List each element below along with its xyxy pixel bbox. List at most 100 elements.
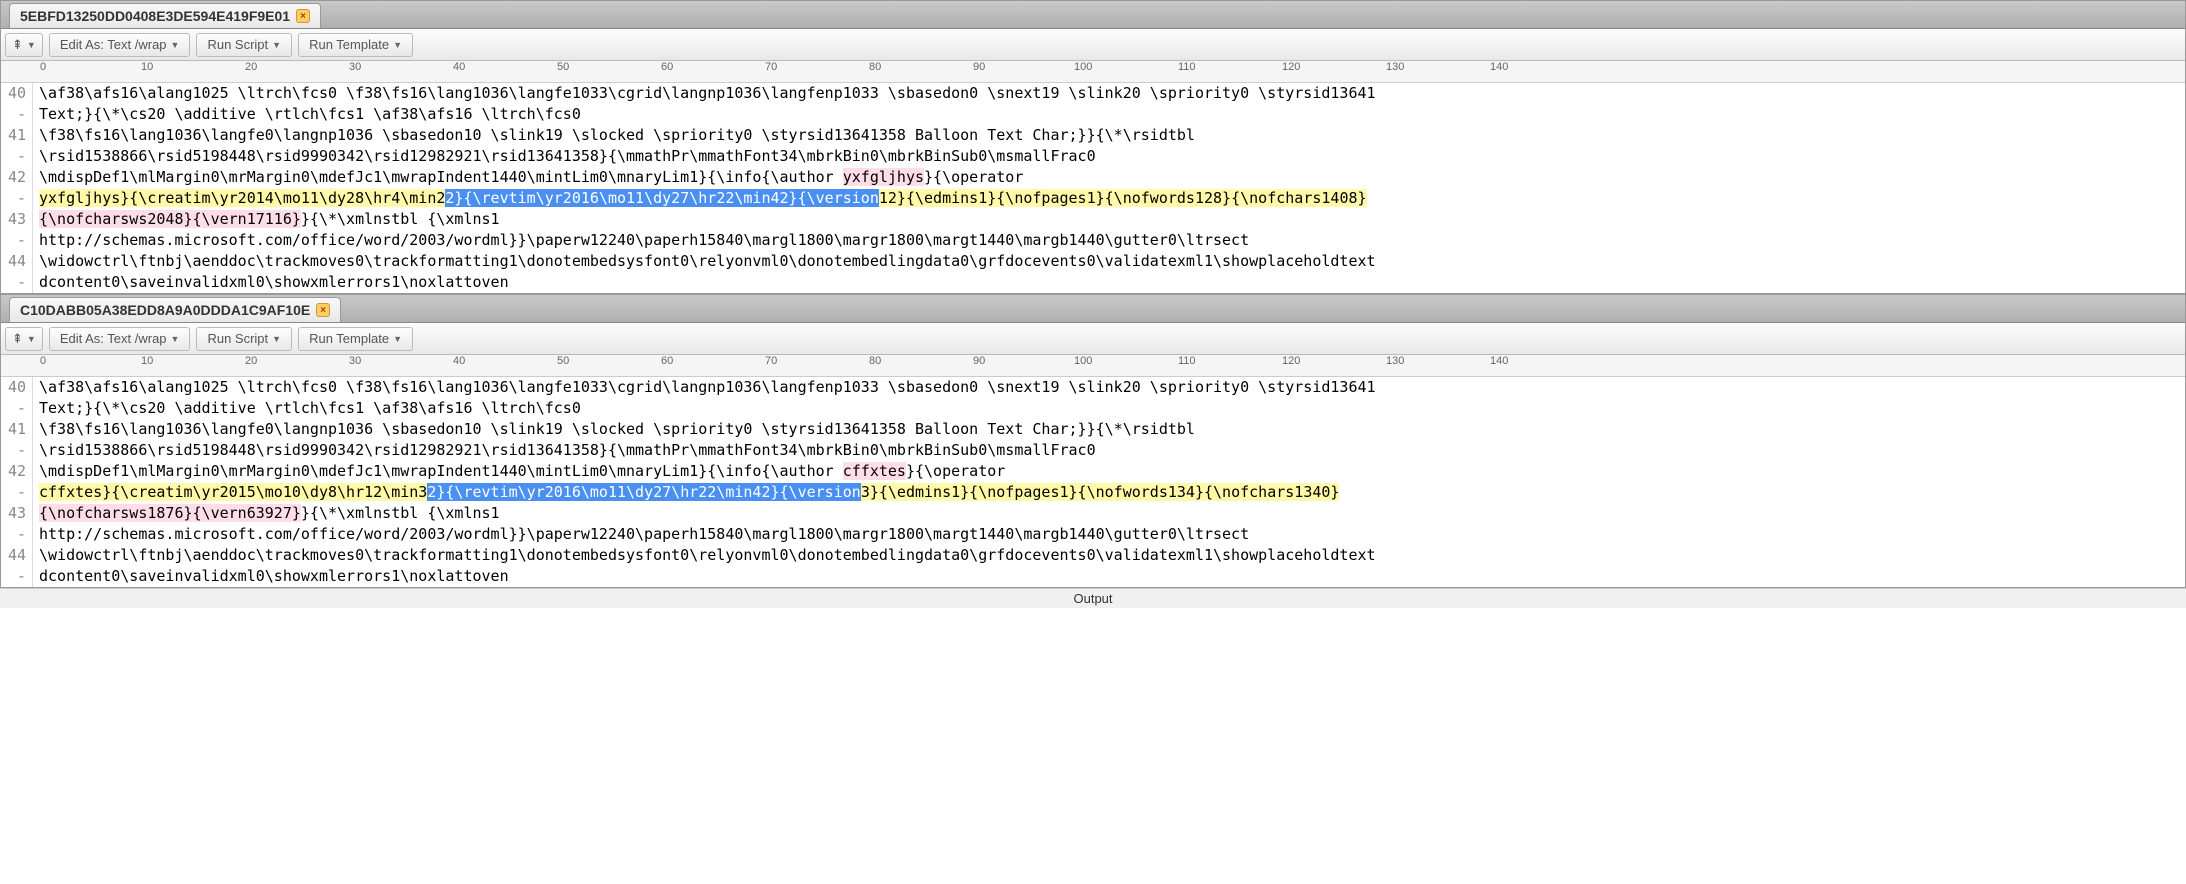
- chevron-down-icon: ▼: [27, 334, 36, 344]
- edit-as-button[interactable]: Edit As: Text /wrap▼: [49, 33, 191, 57]
- text-row: \rsid1538866\rsid5198448\rsid9990342\rsi…: [39, 440, 2185, 461]
- text-row: \f38\fs16\lang1036\langfe0\langnp1036 \s…: [39, 419, 2185, 440]
- line-number: -: [5, 482, 26, 503]
- ruler-tick: 110: [1178, 61, 1196, 73]
- close-icon[interactable]: ×: [296, 9, 310, 23]
- ruler-tick: 0: [40, 61, 46, 73]
- edit-as-button[interactable]: Edit As: Text /wrap▼: [49, 327, 191, 351]
- ruler-tick: 100: [1074, 355, 1092, 367]
- line-number: 40: [5, 83, 26, 104]
- text-row: \widowctrl\ftnbj\aenddoc\trackmoves0\tra…: [39, 251, 2185, 272]
- editor-content[interactable]: 40-41-42-43-44- \af38\afs16\alang1025 \l…: [1, 377, 2185, 587]
- ruler-tick: 10: [141, 61, 153, 73]
- text-row: \widowctrl\ftnbj\aenddoc\trackmoves0\tra…: [39, 545, 2185, 566]
- line-gutter: 40-41-42-43-44-: [1, 377, 33, 587]
- text-row: \af38\afs16\alang1025 \ltrch\fcs0 \f38\f…: [39, 83, 2185, 104]
- ruler-tick: 50: [557, 355, 569, 367]
- ruler-tick: 140: [1490, 61, 1508, 73]
- output-label: Output: [0, 588, 2186, 608]
- text-row: dcontent0\saveinvalidxml0\showxmlerrors1…: [39, 566, 2185, 587]
- toolbar: ⇞▼ Edit As: Text /wrap▼ Run Script▼ Run …: [1, 29, 2185, 61]
- line-number: 42: [5, 461, 26, 482]
- ruler-tick: 40: [453, 355, 465, 367]
- ruler-tick: 70: [765, 355, 777, 367]
- ruler-tick: 90: [973, 355, 985, 367]
- text-row: Text;}{\*\cs20 \additive \rtlch\fcs1 \af…: [39, 104, 2185, 125]
- line-number: -: [5, 146, 26, 167]
- ruler-tick: 30: [349, 355, 361, 367]
- run-script-button[interactable]: Run Script▼: [196, 327, 292, 351]
- line-number: 41: [5, 125, 26, 146]
- ruler-tick: 70: [765, 61, 777, 73]
- line-number: -: [5, 566, 26, 587]
- chevron-down-icon: ▼: [393, 40, 402, 50]
- ruler-tick: 10: [141, 355, 153, 367]
- text-row: yxfgljhys}{\creatim\yr2014\mo11\dy28\hr4…: [39, 188, 2185, 209]
- line-gutter: 40-41-42-43-44-: [1, 83, 33, 293]
- line-number: 43: [5, 209, 26, 230]
- chevron-down-icon: ▼: [272, 40, 281, 50]
- text-row: \f38\fs16\lang1036\langfe0\langnp1036 \s…: [39, 125, 2185, 146]
- ruler-tick: 60: [661, 61, 673, 73]
- ruler-tick: 40: [453, 61, 465, 73]
- ruler-tick: 50: [557, 61, 569, 73]
- text-row: \af38\afs16\alang1025 \ltrch\fcs0 \f38\f…: [39, 377, 2185, 398]
- ruler-tick: 120: [1282, 61, 1300, 73]
- text-row: \rsid1538866\rsid5198448\rsid9990342\rsi…: [39, 146, 2185, 167]
- line-number: 42: [5, 167, 26, 188]
- chevron-down-icon: ▼: [27, 40, 36, 50]
- ruler-tick: 100: [1074, 61, 1092, 73]
- text-row: http://schemas.microsoft.com/office/word…: [39, 230, 2185, 251]
- line-number: 41: [5, 419, 26, 440]
- tab-bar: C10DABB05A38EDD8A9A0DDDA1C9AF10E ×: [1, 295, 2185, 323]
- toolbar: ⇞▼ Edit As: Text /wrap▼ Run Script▼ Run …: [1, 323, 2185, 355]
- line-number: 44: [5, 251, 26, 272]
- text-row: \mdispDef1\mlMargin0\mrMargin0\mdefJc1\m…: [39, 461, 2185, 482]
- text-row: http://schemas.microsoft.com/office/word…: [39, 524, 2185, 545]
- ruler-tick: 20: [245, 61, 257, 73]
- expand-button[interactable]: ⇞▼: [5, 327, 43, 351]
- line-number: 43: [5, 503, 26, 524]
- run-template-button[interactable]: Run Template▼: [298, 33, 413, 57]
- chevron-down-icon: ▼: [171, 334, 180, 344]
- editor-content[interactable]: 40-41-42-43-44- \af38\afs16\alang1025 \l…: [1, 83, 2185, 293]
- ruler-tick: 130: [1386, 355, 1404, 367]
- editor-pane-1: 5EBFD13250DD0408E3DE594E419F9E01 × ⇞▼ Ed…: [0, 0, 2186, 294]
- text-area[interactable]: \af38\afs16\alang1025 \ltrch\fcs0 \f38\f…: [33, 377, 2185, 587]
- text-row: cffxtes}{\creatim\yr2015\mo10\dy8\hr12\m…: [39, 482, 2185, 503]
- line-number: -: [5, 440, 26, 461]
- line-number: -: [5, 104, 26, 125]
- chevron-down-icon: ▼: [272, 334, 281, 344]
- ruler-tick: 130: [1386, 61, 1404, 73]
- line-number: -: [5, 230, 26, 251]
- text-area[interactable]: \af38\afs16\alang1025 \ltrch\fcs0 \f38\f…: [33, 83, 2185, 293]
- tab-title: 5EBFD13250DD0408E3DE594E419F9E01: [20, 8, 290, 24]
- expand-button[interactable]: ⇞▼: [5, 33, 43, 57]
- tab-bar: 5EBFD13250DD0408E3DE594E419F9E01 ×: [1, 1, 2185, 29]
- text-row: \mdispDef1\mlMargin0\mrMargin0\mdefJc1\m…: [39, 167, 2185, 188]
- ruler-tick: 30: [349, 61, 361, 73]
- text-row: Text;}{\*\cs20 \additive \rtlch\fcs1 \af…: [39, 398, 2185, 419]
- file-tab[interactable]: C10DABB05A38EDD8A9A0DDDA1C9AF10E ×: [9, 297, 341, 322]
- ruler-tick: 80: [869, 61, 881, 73]
- line-number: 44: [5, 545, 26, 566]
- ruler: 0102030405060708090100110120130140: [1, 355, 2185, 377]
- text-row: dcontent0\saveinvalidxml0\showxmlerrors1…: [39, 272, 2185, 293]
- ruler-tick: 20: [245, 355, 257, 367]
- text-row: {\nofcharsws1876}{\vern63927}}{\*\xmlnst…: [39, 503, 2185, 524]
- ruler-tick: 90: [973, 61, 985, 73]
- ruler-tick: 0: [40, 355, 46, 367]
- chevron-down-icon: ▼: [393, 334, 402, 344]
- line-number: -: [5, 188, 26, 209]
- run-template-button[interactable]: Run Template▼: [298, 327, 413, 351]
- ruler-tick: 80: [869, 355, 881, 367]
- line-number: 40: [5, 377, 26, 398]
- line-number: -: [5, 524, 26, 545]
- line-number: -: [5, 398, 26, 419]
- close-icon[interactable]: ×: [316, 303, 330, 317]
- ruler-tick: 140: [1490, 355, 1508, 367]
- editor-pane-2: C10DABB05A38EDD8A9A0DDDA1C9AF10E × ⇞▼ Ed…: [0, 294, 2186, 588]
- file-tab[interactable]: 5EBFD13250DD0408E3DE594E419F9E01 ×: [9, 3, 321, 28]
- ruler-tick: 120: [1282, 355, 1300, 367]
- run-script-button[interactable]: Run Script▼: [196, 33, 292, 57]
